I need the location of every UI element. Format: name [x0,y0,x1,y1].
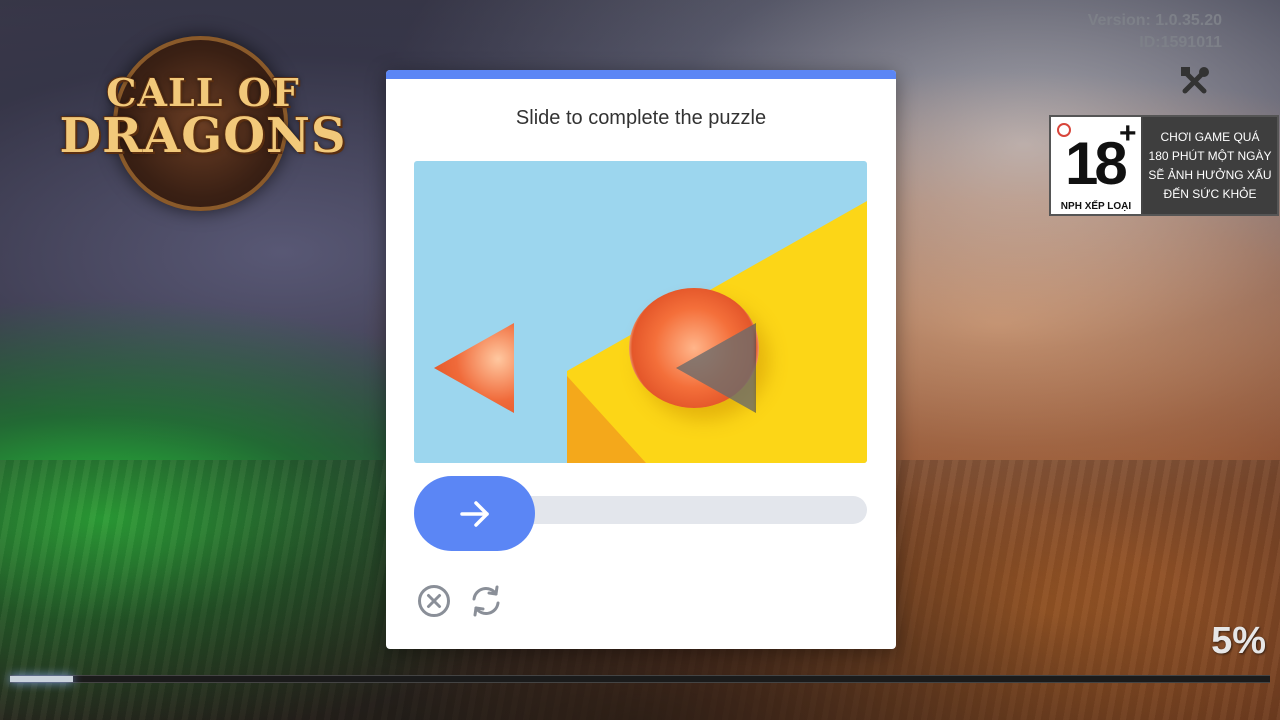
age-rating: 18 + NPH XẾP LOẠI [1051,117,1143,214]
slider-handle[interactable] [414,476,535,551]
refresh-icon [472,585,500,617]
warning-line: SẼ ẢNH HƯỞNG XẤU [1148,167,1272,182]
age-number: 18 [1065,130,1128,197]
captcha-title: Slide to complete the puzzle [515,107,767,129]
dialog-accent-bar [386,70,896,79]
logo-line-2: DRAGONS [59,108,347,164]
version-info: Version: 1.0.35.20 ID:1591011 [1088,10,1222,54]
warning-line: CHƠI GAME QUÁ [1160,129,1260,144]
user-id-label: ID:1591011 [1139,34,1222,51]
close-circle-icon [418,585,450,617]
puzzle-image [414,161,867,463]
tools-icon[interactable] [1178,64,1212,98]
warning-line: 180 PHÚT MỘT NGÀY [1148,148,1272,163]
close-button[interactable] [416,583,452,619]
arrow-right-icon [459,500,489,527]
health-warning: CHƠI GAME QUÁ 180 PHÚT MỘT NGÀY SẼ ẢNH H… [1143,117,1277,214]
loading-percent: 5% [1211,620,1266,662]
version-label: Version: 1.0.35.20 [1087,12,1222,29]
age-plus: + [1119,117,1137,150]
puzzle-piece[interactable] [434,323,514,413]
loading-progress-fill [10,676,73,682]
age-rating-badge: 18 + NPH XẾP LOẠI CHƠI GAME QUÁ 180 PHÚT… [1049,115,1279,216]
captcha-dialog: Slide to complete the puzzle [386,70,896,649]
refresh-button[interactable] [468,583,504,619]
game-logo: CALL OF DRAGONS [58,36,348,211]
warning-line: ĐẾN SỨC KHỎE [1163,186,1257,201]
loading-progress-bar [10,675,1270,683]
rated-by-label: NPH XẾP LOẠI [1060,201,1132,212]
